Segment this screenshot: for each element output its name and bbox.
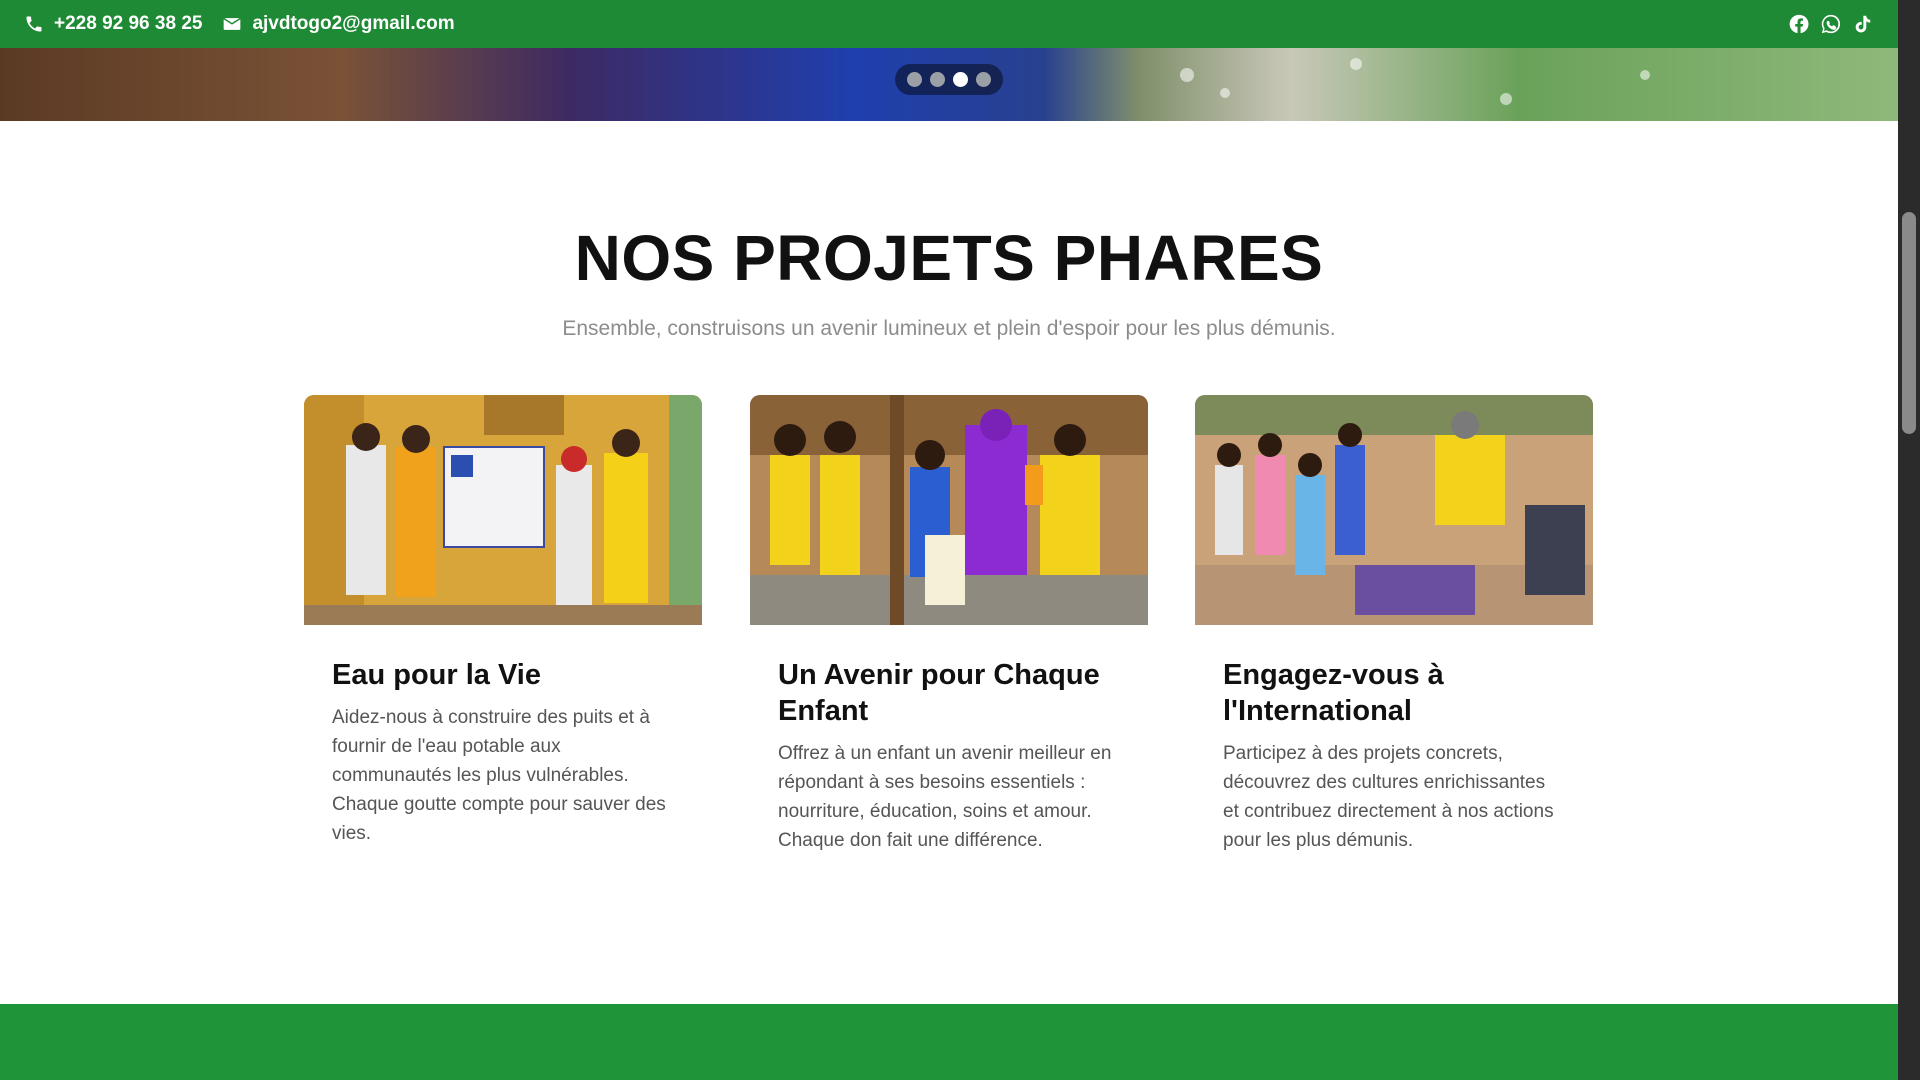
hero-decor [1350,58,1362,70]
phone-link[interactable]: +228 92 96 38 25 [24,13,202,35]
whatsapp-link[interactable] [1820,13,1842,35]
social-links [1788,13,1874,35]
project-image-international [1195,395,1593,625]
hero-decor [1180,68,1194,82]
slider-pagination [895,64,1003,95]
project-card-water[interactable]: Eau pour la Vie Aidez-nous à construire … [304,395,702,895]
next-section-band [0,1004,1898,1080]
project-card-children[interactable]: Un Avenir pour Chaque Enfant Offrez à un… [750,395,1148,895]
facebook-link[interactable] [1788,13,1810,35]
envelope-icon [224,18,241,30]
phone-number: +228 92 96 38 25 [54,13,203,34]
facebook-icon [1789,14,1809,34]
tiktok-link[interactable] [1852,13,1874,35]
projects-section: NOS PROJETS PHARES Ensemble, construison… [0,121,1898,1004]
project-card-international[interactable]: Engagez-vous à l'International Participe… [1195,395,1593,895]
section-title: NOS PROJETS PHARES [574,222,1324,294]
project-title: Eau pour la Vie [332,659,541,691]
email-address: ajvdtogo2@gmail.com [252,13,455,34]
project-image-water [304,395,702,625]
email-link[interactable]: ajvdtogo2@gmail.com [222,13,455,35]
project-title: Engagez-vous à l'International [1223,659,1444,727]
project-description: Participez à des projets concrets, décou… [1223,743,1554,851]
slider-dot-2[interactable] [930,72,945,87]
slider-dot-1[interactable] [907,72,922,87]
hero-decor [1640,70,1650,80]
hero-decor [1220,88,1230,98]
whatsapp-icon [1821,14,1841,34]
slider-dot-3[interactable] [953,72,968,87]
project-image-children [750,395,1148,625]
hero-slider [0,48,1898,121]
phone-icon [26,16,42,32]
page-scrollbar[interactable] [1898,0,1920,1080]
scrollbar-thumb[interactable] [1902,212,1916,434]
contact-bar: +228 92 96 38 25 ajvdtogo2@gmail.com [0,0,1898,48]
section-subtitle: Ensemble, construisons un avenir lumineu… [562,317,1336,340]
project-description: Aidez-nous à construire des puits et à f… [332,707,666,844]
slider-dot-4[interactable] [976,72,991,87]
tiktok-icon [1855,15,1871,33]
project-description: Offrez à un enfant un avenir meilleur en… [778,743,1112,851]
project-title: Un Avenir pour Chaque Enfant [778,659,1100,727]
hero-decor [1500,93,1512,105]
